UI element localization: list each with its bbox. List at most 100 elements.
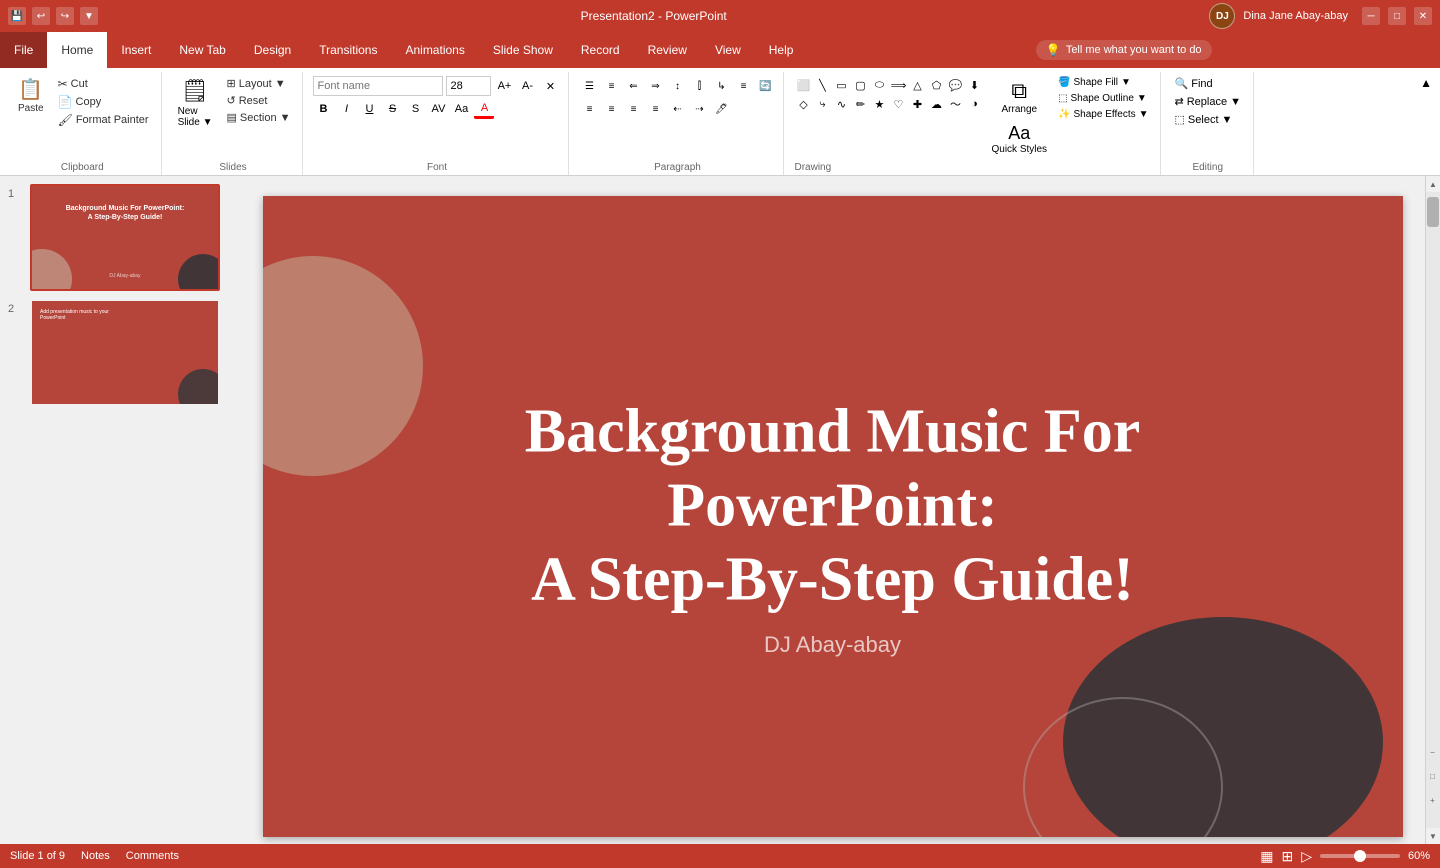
shape-wave[interactable]: 〜 xyxy=(946,95,964,113)
tab-transitions[interactable]: Transitions xyxy=(305,32,391,68)
notes-button[interactable]: Notes xyxy=(81,850,110,862)
char-spacing-button[interactable]: AV xyxy=(428,99,448,119)
shape-select[interactable]: ⬜ xyxy=(794,76,812,94)
list-item[interactable]: 2 Add presentation music to yourPowerPoi… xyxy=(8,299,232,406)
zoom-slider[interactable] xyxy=(1320,854,1400,858)
convert-smartart-button[interactable]: 🔄 xyxy=(755,76,775,96)
tab-help[interactable]: Help xyxy=(755,32,808,68)
restore-button[interactable]: □ xyxy=(1388,7,1406,25)
customize-qat-button[interactable]: ▼ xyxy=(80,7,98,25)
find-button[interactable]: 🔍 Find xyxy=(1171,76,1245,91)
shape-connector[interactable]: ⤷ xyxy=(813,95,831,113)
align-center-button[interactable]: ≡ xyxy=(601,99,621,119)
close-button[interactable]: ✕ xyxy=(1414,7,1432,25)
undo-button[interactable]: ↩ xyxy=(32,7,50,25)
ltr-button[interactable]: ⇢ xyxy=(689,99,709,119)
columns-button[interactable]: ⫿ xyxy=(689,76,709,96)
align-right-button[interactable]: ≡ xyxy=(623,99,643,119)
italic-button[interactable]: I xyxy=(336,99,356,119)
shape-curve[interactable]: ∿ xyxy=(832,95,850,113)
tab-review[interactable]: Review xyxy=(634,32,701,68)
paste-button[interactable]: 📋 Paste xyxy=(12,76,50,116)
underline-button[interactable]: U xyxy=(359,99,379,119)
scroll-up-button[interactable]: ▲ xyxy=(1426,176,1440,192)
scroll-down-button[interactable]: ▼ xyxy=(1426,828,1440,844)
increase-indent-button[interactable]: ⇒ xyxy=(645,76,665,96)
line-spacing-button[interactable]: ↕ xyxy=(667,76,687,96)
tab-newtab[interactable]: New Tab xyxy=(165,32,239,68)
change-case-button[interactable]: Aa xyxy=(451,99,471,119)
tab-animations[interactable]: Animations xyxy=(391,32,478,68)
view-slidesorter-button[interactable]: ⊞ xyxy=(1281,848,1293,865)
scroll-track[interactable] xyxy=(1426,192,1440,828)
shape-block-arc[interactable]: ◑ xyxy=(965,95,983,113)
vertical-scrollbar[interactable]: ▲ ▼ − □ + xyxy=(1425,176,1440,844)
reset-button[interactable]: ↺ Reset xyxy=(222,93,294,108)
shape-cloud[interactable]: ☁ xyxy=(927,95,945,113)
tab-slideshow[interactable]: Slide Show xyxy=(479,32,567,68)
scroll-extra-2[interactable]: □ xyxy=(1425,768,1440,784)
slide-author[interactable]: DJ Abay-abay xyxy=(764,632,901,658)
shape-callout[interactable]: 💬 xyxy=(946,76,964,94)
shape-outline-button[interactable]: ⬚ Shape Outline ▼ xyxy=(1055,92,1151,105)
decrease-indent-button[interactable]: ⇐ xyxy=(623,76,643,96)
collapse-ribbon-button[interactable]: ▲ xyxy=(1416,72,1436,94)
save-button[interactable]: 💾 xyxy=(8,7,26,25)
rtl-button[interactable]: ⇠ xyxy=(667,99,687,119)
justify-button[interactable]: ≡ xyxy=(645,99,665,119)
shape-cross[interactable]: ✚ xyxy=(908,95,926,113)
new-slide-button[interactable]: 🗒 NewSlide ▼ xyxy=(172,76,219,130)
strikethrough-button[interactable]: S xyxy=(382,99,402,119)
shape-triangle[interactable]: △ xyxy=(908,76,926,94)
shape-rect[interactable]: ▭ xyxy=(832,76,850,94)
font-color-button[interactable]: A xyxy=(474,99,494,119)
scroll-extra-3[interactable]: + xyxy=(1425,792,1440,808)
slide-canvas[interactable]: Background Music For PowerPoint: A Step-… xyxy=(263,196,1403,837)
view-reading-button[interactable]: ▷ xyxy=(1301,848,1312,865)
shape-pentagon[interactable]: ⬠ xyxy=(927,76,945,94)
copy-button[interactable]: 📄 Copy xyxy=(54,94,153,110)
shadow-button[interactable]: S xyxy=(405,99,425,119)
scroll-extra-1[interactable]: − xyxy=(1425,744,1440,760)
view-normal-button[interactable]: ▦ xyxy=(1260,848,1273,865)
shape-freeform[interactable]: ✏ xyxy=(851,95,869,113)
shape-oval[interactable]: ⬭ xyxy=(870,76,888,94)
font-size-input[interactable]: 28 xyxy=(446,76,491,96)
tell-me-search[interactable]: 💡 Tell me what you want to do xyxy=(1036,40,1212,60)
shape-effects-button[interactable]: ✨ Shape Effects ▼ xyxy=(1055,108,1151,121)
zoom-thumb[interactable] xyxy=(1354,850,1366,862)
increase-font-button[interactable]: A+ xyxy=(494,76,514,96)
bullets-button[interactable]: ☰ xyxy=(579,76,599,96)
shape-fill-button[interactable]: 🪣 Shape Fill ▼ xyxy=(1055,76,1151,89)
cut-button[interactable]: ✂ Cut xyxy=(54,76,153,92)
user-avatar[interactable]: DJ xyxy=(1209,3,1235,29)
shape-diamond[interactable]: ◇ xyxy=(794,95,812,113)
tab-view[interactable]: View xyxy=(701,32,755,68)
redo-button[interactable]: ↪ xyxy=(56,7,74,25)
shape-star[interactable]: ★ xyxy=(870,95,888,113)
tab-file[interactable]: File xyxy=(0,32,47,68)
align-left-button[interactable]: ≡ xyxy=(579,99,599,119)
shape-more[interactable]: ⬇ xyxy=(965,76,983,94)
minimize-button[interactable]: ─ xyxy=(1362,7,1380,25)
layout-button[interactable]: ⊞ Layout ▼ xyxy=(222,76,294,91)
slide-main-title[interactable]: Background Music For PowerPoint: A Step-… xyxy=(348,394,1317,617)
slide-thumb-2[interactable]: Add presentation music to yourPowerPoint xyxy=(30,299,220,406)
shape-line[interactable]: ╲ xyxy=(813,76,831,94)
font-name-input[interactable] xyxy=(313,76,443,96)
shape-heart[interactable]: ♡ xyxy=(889,95,907,113)
tab-design[interactable]: Design xyxy=(240,32,305,68)
align-text-button[interactable]: ≡ xyxy=(733,76,753,96)
replace-button[interactable]: ⇄ Replace ▼ xyxy=(1171,94,1245,109)
tab-home[interactable]: Home xyxy=(47,32,107,68)
clear-formatting-button[interactable]: ✕ xyxy=(540,76,560,96)
numbering-button[interactable]: ≡ xyxy=(601,76,621,96)
decrease-font-button[interactable]: A- xyxy=(517,76,537,96)
tab-record[interactable]: Record xyxy=(567,32,634,68)
select-button[interactable]: ⬚ Select ▼ xyxy=(1171,112,1245,127)
bold-button[interactable]: B xyxy=(313,99,333,119)
text-highlight-button[interactable]: 🖊 xyxy=(711,99,731,119)
slide-thumb-1[interactable]: Background Music For PowerPoint:A Step-B… xyxy=(30,184,220,291)
section-button[interactable]: ▤ Section ▼ xyxy=(222,110,294,125)
scroll-thumb[interactable] xyxy=(1427,197,1439,227)
